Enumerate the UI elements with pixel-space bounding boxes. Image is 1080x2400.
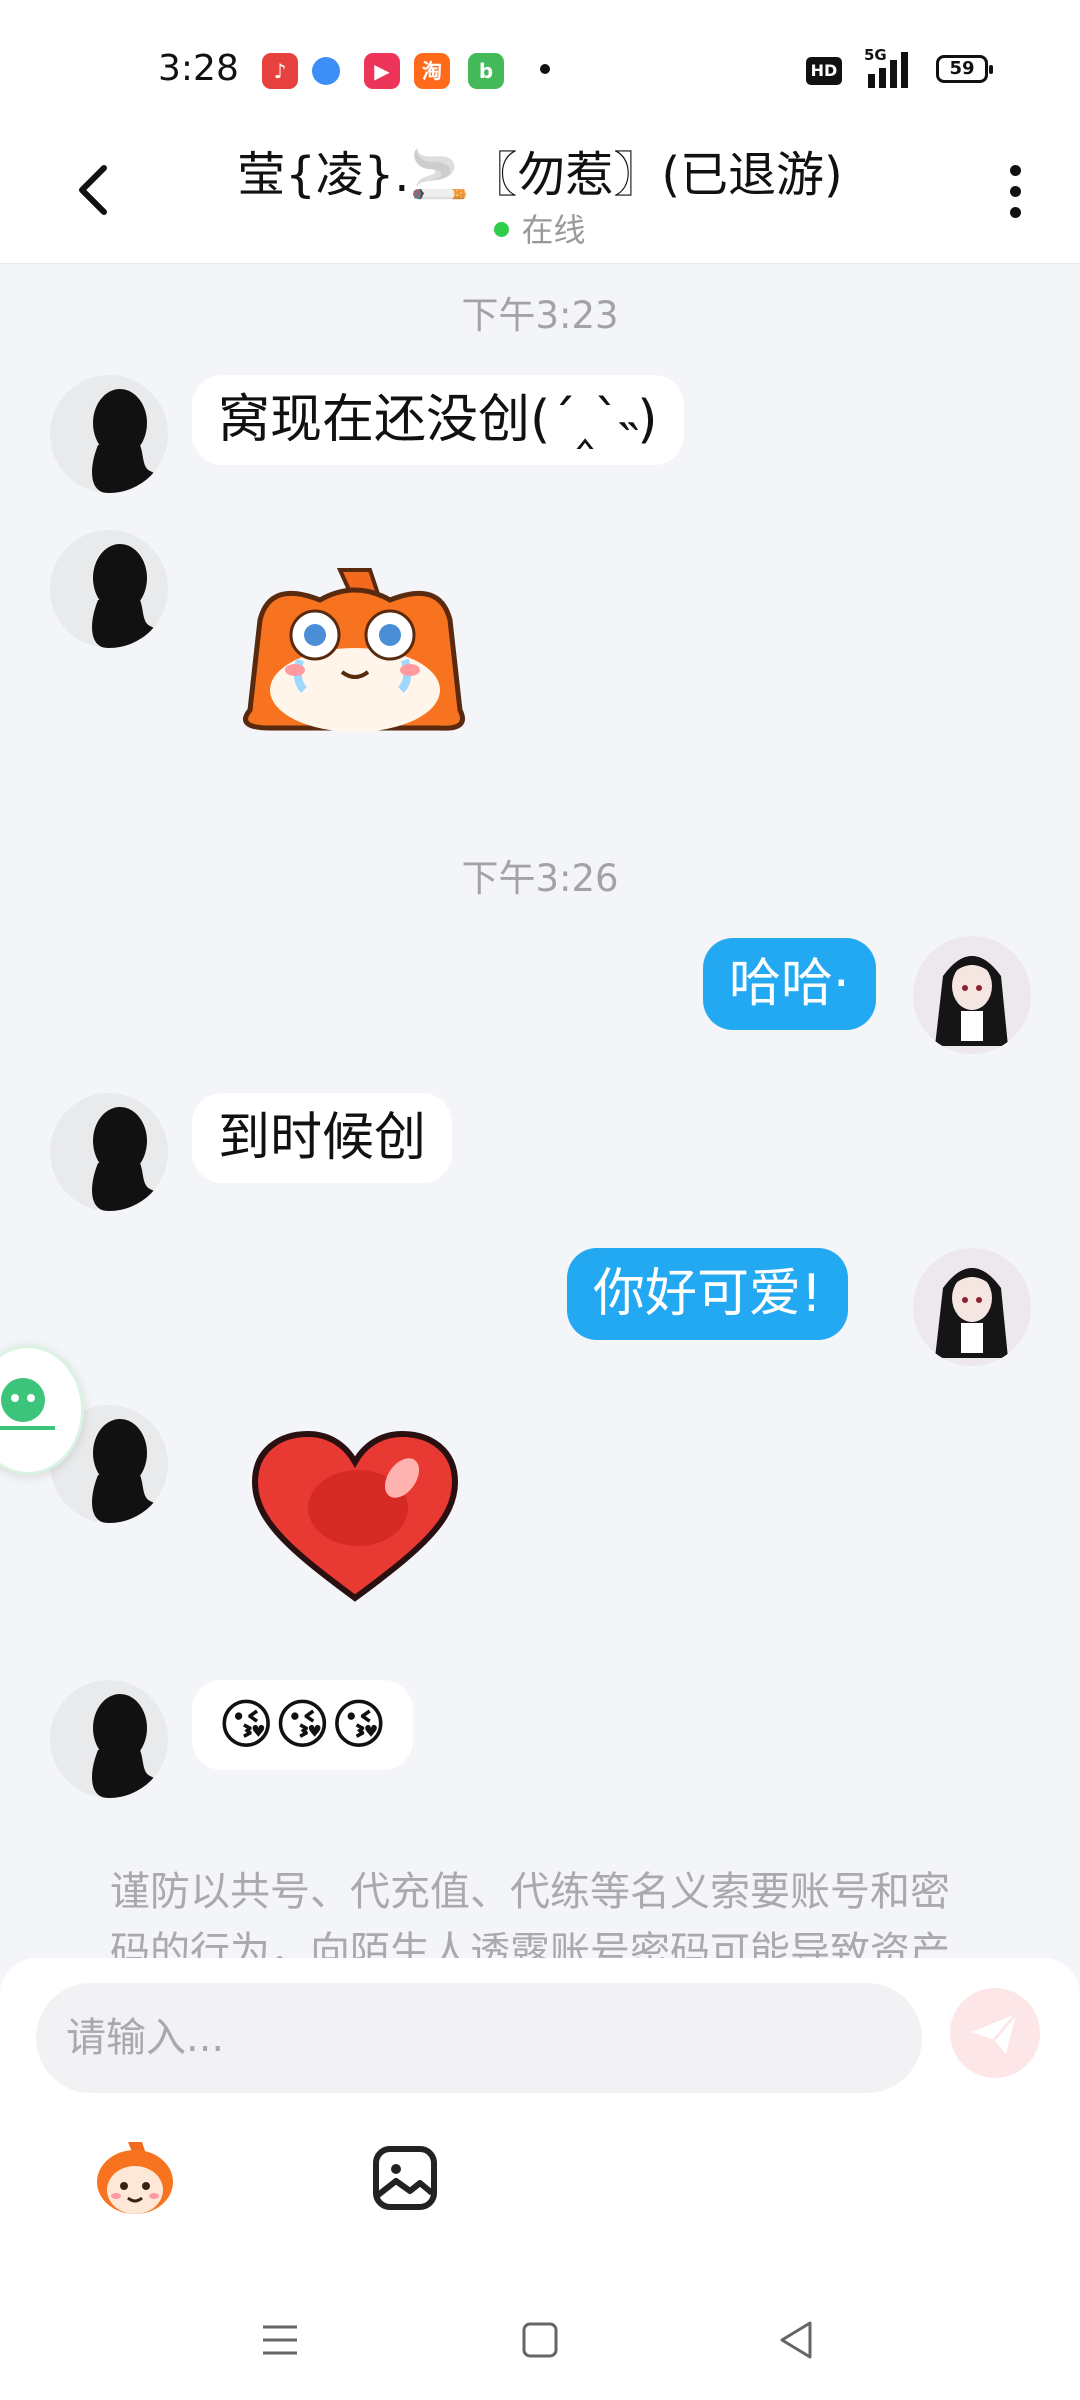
hd-icon: HD (806, 57, 842, 85)
avatar-other[interactable] (50, 1093, 168, 1211)
chat-header: 莹{凌}.🚬〖勿惹〗(已退游) 在线 (0, 135, 1080, 264)
menu-icon (263, 2325, 297, 2355)
message-bubble-received[interactable]: 😘😘😘 (192, 1680, 413, 1770)
avatar-other[interactable] (50, 375, 168, 493)
send-button[interactable] (950, 1988, 1040, 2078)
back-nav-button[interactable] (772, 2315, 822, 2365)
game-app-icon: b (468, 53, 504, 89)
battery-icon: 59 (936, 55, 993, 83)
more-options-button[interactable] (995, 155, 1035, 235)
heart-icon (251, 1430, 459, 1602)
message-bubble-received[interactable]: 窝现在还没创(ˊ‸ˋ˵) (192, 375, 684, 465)
online-dot-icon (494, 222, 510, 237)
anime-girl-avatar-icon (935, 1268, 1008, 1358)
avatar-self[interactable] (913, 1248, 1031, 1366)
cloud-app-icon (312, 57, 340, 85)
online-status: 在线 (0, 205, 1080, 251)
home-button[interactable] (515, 2315, 565, 2365)
more-notifications-icon (540, 64, 550, 74)
image-button[interactable] (370, 2143, 440, 2213)
chat-title: 莹{凌}.🚬〖勿惹〗(已退游) (237, 147, 843, 203)
crying-fox-sticker[interactable] (230, 560, 480, 744)
emoji-icon (97, 2142, 173, 2214)
silhouette-avatar-icon (92, 544, 162, 648)
message-bubble-sent[interactable]: 你好可爱! (567, 1248, 848, 1340)
signal-icon: 5G (864, 46, 916, 88)
avatar-self[interactable] (913, 936, 1031, 1054)
video-app-icon: ▶ (364, 53, 400, 89)
back-nav-icon (780, 2321, 812, 2359)
heart-sticker[interactable] (250, 1430, 460, 1609)
emoji-sticker-button[interactable] (92, 2136, 178, 2222)
avatar-other[interactable] (50, 530, 168, 648)
home-icon (522, 2322, 558, 2358)
shopping-app-icon: 淘 (414, 53, 450, 89)
timestamp: 下午3:26 (461, 857, 619, 900)
silhouette-avatar-icon (92, 1694, 162, 1798)
timestamp: 下午3:23 (461, 294, 619, 337)
silhouette-avatar-icon (92, 1107, 162, 1211)
green-robot-icon (0, 1378, 55, 1430)
message-input[interactable]: 请输入... (36, 1983, 922, 2093)
status-bar: 3:28 ♪ ▶ 淘 b HD 5G 59 (0, 0, 1080, 135)
message-bubble-sent[interactable]: 哈哈· (703, 938, 876, 1030)
more-icon (995, 165, 1035, 218)
image-icon (373, 2146, 437, 2210)
anime-girl-avatar-icon (935, 956, 1008, 1046)
clock: 3:28 (158, 48, 239, 89)
message-bubble-received[interactable]: 到时候创 (192, 1093, 453, 1183)
avatar-other[interactable] (50, 1680, 168, 1798)
send-icon (972, 2013, 1018, 2054)
recent-apps-button[interactable] (255, 2315, 305, 2365)
crying-fox-icon (243, 568, 465, 732)
system-navigation-bar (0, 2280, 1080, 2400)
floating-assistant-button[interactable] (0, 1345, 84, 1475)
music-app-icon: ♪ (262, 53, 298, 89)
silhouette-avatar-icon (92, 389, 162, 493)
